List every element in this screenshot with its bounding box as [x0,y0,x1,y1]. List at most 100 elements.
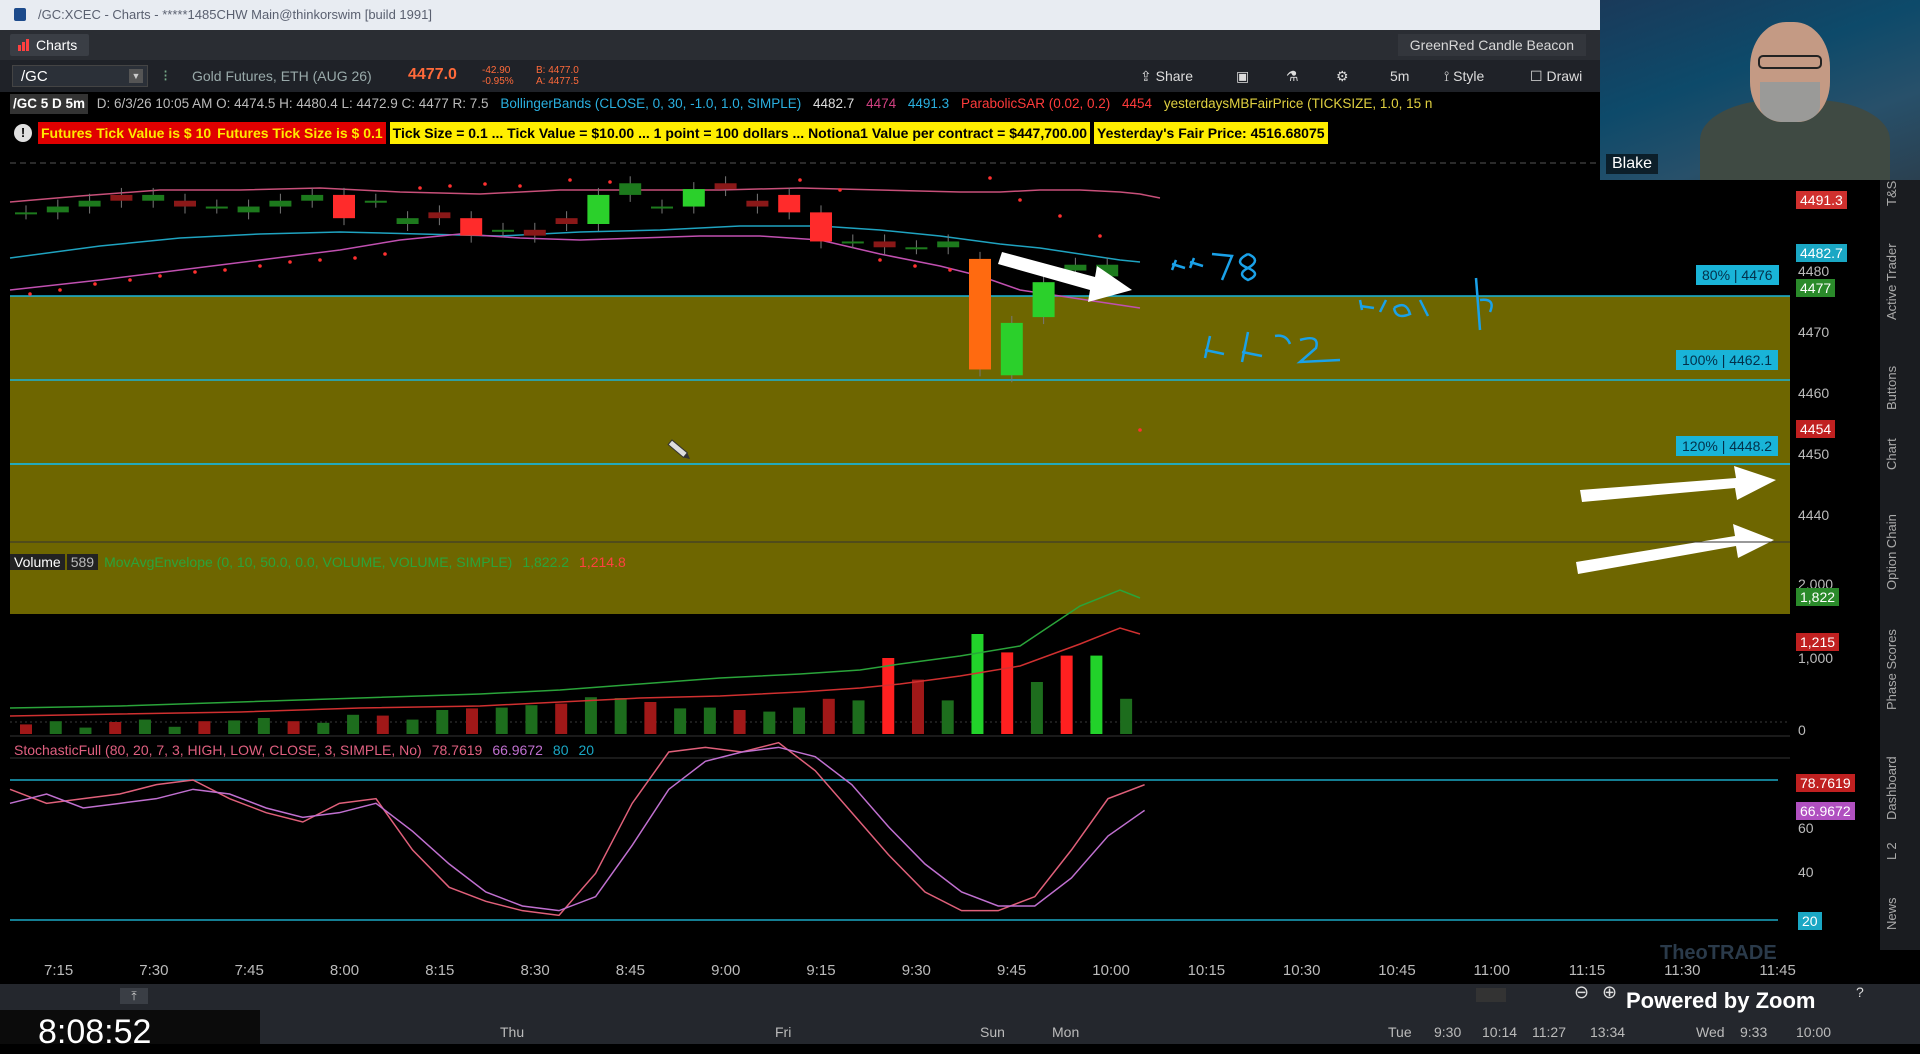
beacon-label[interactable]: GreenRed Candle Beacon [1397,34,1586,56]
drawings-button[interactable]: ☐ Drawi [1530,66,1582,86]
tab-bar: Charts GreenRed Candle Beacon [0,30,1600,60]
fib-100-label[interactable]: 100% | 4462.1 [1676,350,1779,370]
tick-value-label: Futures Tick Value is $ 10 [38,122,215,144]
tick-size-label: Futures Tick Size is $ 0.1 [214,122,386,144]
volume-bar [1030,682,1043,734]
volume-bar [198,721,211,734]
candle [873,241,896,248]
notional-label: Tick Size = 0.1 ... Tick Value = $10.00 … [389,122,1091,144]
window-title: /GC:XCEC - Charts - *****1485CHW Main@th… [38,7,432,22]
drawings-label: Drawi [1546,68,1583,84]
time-tick: 10:45 [1378,962,1416,979]
price-tick-4450: 4450 [1798,446,1830,462]
link-icon[interactable]: ⁝ [163,66,168,86]
share-label: Share [1155,68,1193,84]
volume-bar [436,710,449,734]
stoch-tick-40: 40 [1798,864,1814,880]
candle [682,189,705,207]
volume-bar [822,698,835,734]
volume-bar [852,700,865,734]
grid-icon[interactable]: ▣ [1236,66,1249,86]
stoch-d-value: 66.9672 [492,742,543,758]
bollinger-study[interactable]: BollingerBands (CLOSE, 0, 30, -1.0, 1.0,… [497,94,804,114]
symbol-value: /GC [21,68,48,85]
time-tick: 11:45 [1759,962,1796,979]
study-header: /GC 5 D 5m D: 6/3/26 10:05 AM O: 4474.5 … [10,94,1600,114]
volume-bar [1120,698,1133,734]
candle [905,247,928,250]
nav-time-label: Wed [1696,1024,1725,1040]
symbol-description: Gold Futures, ETH (AUG 26) [192,68,372,84]
scroll-handle[interactable] [1476,988,1506,1002]
candle [15,212,37,215]
price-tick-4470: 4470 [1798,324,1830,340]
candle [810,212,832,242]
chevron-down-icon[interactable]: ▼ [129,69,143,83]
volume-bar [138,719,151,734]
candle [778,194,801,213]
stoch-study[interactable]: StochasticFull (80, 20, 7, 3, HIGH, LOW,… [10,742,426,758]
side-tab-l2[interactable]: L 2 [1884,842,1899,860]
nav-day-label: Fri [775,1024,792,1040]
info-icon[interactable]: ! [14,124,32,142]
side-tab-option-chain[interactable]: Option Chain [1884,514,1899,590]
side-tab-news[interactable]: News [1884,897,1899,930]
candle [492,229,514,232]
side-tab-buttons[interactable]: Buttons [1884,366,1899,410]
zoom-in-icon[interactable]: ⊕ [1602,982,1617,1003]
nav-time-label: 9:33 [1740,1024,1768,1040]
stoch-k-line [9,741,1145,917]
ask-price: A: 4477.5 [536,76,579,87]
zoom-out-icon[interactable]: ⊖ [1574,982,1589,1003]
stoch-d-line [9,746,1146,912]
price-label-psar: 4454 [1796,420,1836,438]
candle [841,241,864,244]
side-tab-dashboard[interactable]: Dashboard [1884,756,1899,820]
help-icon[interactable]: ? [1856,984,1864,1000]
bollinger-upper [9,187,1161,203]
webcam-overlay: Blake [1600,0,1920,180]
stoch-label-k: 78.7619 [1796,774,1855,792]
volume-bar [495,707,508,734]
style-button[interactable]: ⟟ Style [1444,66,1484,86]
volume-label-lower: 1,215 [1796,633,1840,651]
nav-day-label: Thu [500,1024,525,1040]
gear-icon[interactable]: ⚙ [1336,66,1349,86]
fib-120-label[interactable]: 120% | 4448.2 [1676,436,1779,456]
price-label-last: 4477 [1796,279,1836,297]
price-label-mid: 4482.7 [1796,244,1847,262]
candle [937,241,960,248]
style-label: Style [1453,68,1485,84]
side-tab-chart[interactable]: Chart [1884,438,1899,470]
side-tab-active-trader[interactable]: Active Trader [1884,243,1899,320]
fib-80-label[interactable]: 80% | 4476 [1696,265,1779,285]
flask-icon[interactable]: ⚗ [1286,66,1299,86]
presenter-name: Blake [1606,154,1659,174]
interval-button[interactable]: 5m [1390,66,1409,86]
share-button[interactable]: ⇪ Share [1140,66,1193,86]
presenter-beard [1760,82,1820,122]
envelope-study[interactable]: MovAvgEnvelope (0, 10, 50.0, 0.0, VOLUME… [100,554,516,570]
volume-envelope-lower [9,627,1141,717]
candle [205,206,228,209]
side-tab-ts[interactable]: T&S [1884,181,1899,206]
symbol-selector[interactable]: /GC ▼ [12,65,148,87]
time-axis: 7:15 7:30 7:45 8:00 8:15 8:30 8:45 9:00 9:15 9:30… [0,958,1880,984]
square-icon: ☐ [1530,68,1543,84]
psar-study[interactable]: ParabolicSAR (0.02, 0.2) [958,94,1113,114]
time-tick: 8:45 [615,962,645,979]
collapse-icon[interactable]: ⤒ [120,988,148,1004]
volume-bar [49,721,62,734]
fair-price-study[interactable]: yesterdaysMBFairPrice (TICKSIZE, 1.0, 15… [1161,94,1436,114]
candle [396,218,419,224]
last-price: 4477.0 [408,66,457,83]
presenter-glasses [1758,55,1822,69]
price-tick-4440: 4440 [1798,507,1830,523]
volume-bar [555,703,568,734]
tab-charts[interactable]: Charts [10,34,90,56]
price-tick-4480: 4480 [1798,263,1830,279]
style-icon: ⟟ [1444,68,1450,84]
ohlc-readout: D: 6/3/26 10:05 AM O: 4474.5 H: 4480.4 L… [96,96,489,111]
stoch-ob-value: 80 [552,742,569,758]
side-tab-phase-scores[interactable]: Phase Scores [1884,629,1899,710]
